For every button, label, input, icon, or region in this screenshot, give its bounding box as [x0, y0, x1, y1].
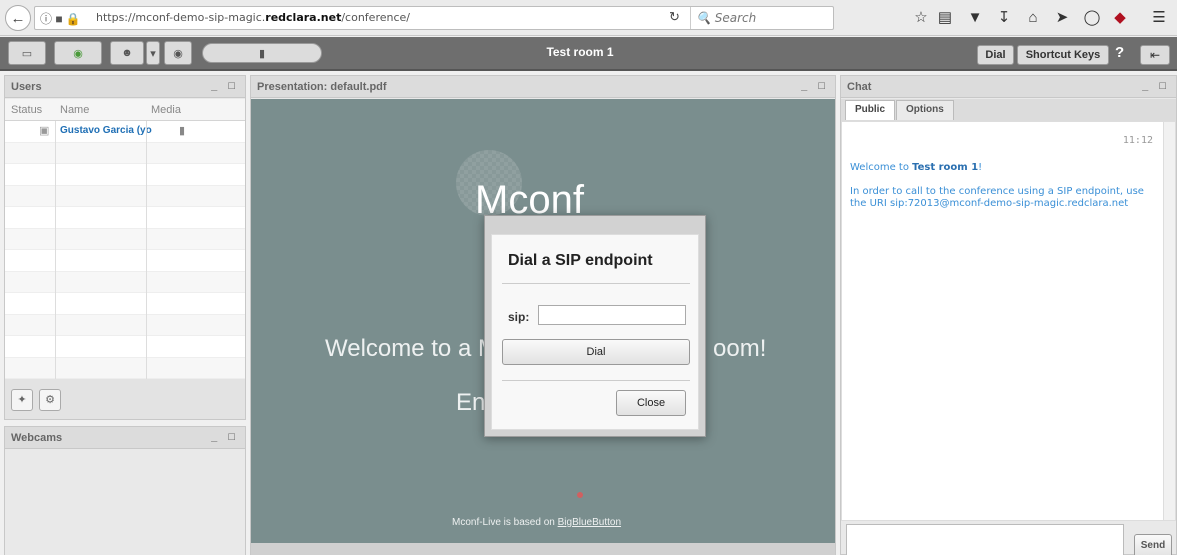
panel-window-controls[interactable]: _ □: [211, 431, 239, 443]
col-media[interactable]: Media: [151, 104, 181, 116]
url-text[interactable]: https://mconf-demo-sip-magic.redclara.ne…: [96, 11, 410, 24]
shortcut-keys-button[interactable]: Shortcut Keys: [1017, 45, 1109, 65]
search-input[interactable]: 🔍 Search: [696, 11, 756, 25]
table-row: [5, 293, 245, 315]
layout-button[interactable]: ▭: [8, 41, 46, 65]
user-name: Gustavo Garcia (yo: [60, 125, 152, 136]
security-icons: ⓘ ■ 🔒: [40, 12, 81, 26]
send-icon[interactable]: ➤: [1051, 7, 1073, 29]
users-footer: ✦ ⚙: [5, 379, 245, 419]
chat-scrollbar[interactable]: [1163, 122, 1175, 520]
dial-button[interactable]: Dial: [977, 45, 1014, 65]
presenter-icon: ▣: [39, 125, 50, 137]
table-row: [5, 250, 245, 272]
ublock-icon[interactable]: ◆: [1109, 7, 1131, 29]
room-title: Test room 1: [546, 45, 614, 59]
bigbluebutton-link[interactable]: BigBlueButton: [558, 517, 621, 528]
mic-level-indicator: ▮: [202, 43, 322, 63]
slide-welcome-text-end: oom!: [713, 335, 767, 362]
chat-message: Welcome to Test room 1! In order to call…: [850, 162, 1144, 209]
panel-window-controls[interactable]: _ □: [211, 80, 239, 92]
webcams-title: Webcams: [11, 432, 63, 444]
users-list: ▣ Gustavo Garcia (yo ▮: [5, 121, 245, 379]
chat-messages: 11:12 Welcome to Test room 1! In order t…: [841, 121, 1176, 521]
raise-hand-icon[interactable]: ✦: [11, 389, 33, 411]
cursor-dot: [577, 492, 583, 498]
home-icon[interactable]: ⌂: [1022, 7, 1044, 29]
table-row[interactable]: ▣ Gustavo Garcia (yo ▮: [5, 121, 245, 143]
table-row: [5, 164, 245, 186]
sync-icon[interactable]: ◯: [1081, 7, 1103, 29]
users-panel: Users _ □ Status Name Media ▣ Gustavo Ga…: [4, 75, 246, 420]
settings-icon[interactable]: ⚙: [39, 389, 61, 411]
dial-sip-dialog: Dial a SIP endpoint sip: Dial Close: [484, 215, 706, 437]
table-row: [5, 228, 245, 250]
dialog-title: Dial a SIP endpoint: [508, 252, 653, 269]
webcam-button[interactable]: ☻: [110, 41, 144, 65]
table-row: [5, 185, 245, 207]
slide-enjoy-text: En: [456, 389, 486, 416]
users-columns: Status Name Media: [5, 99, 245, 121]
menu-icon[interactable]: ☰: [1148, 7, 1170, 29]
exit-icon[interactable]: ⇤: [1140, 45, 1170, 65]
col-name[interactable]: Name: [60, 104, 89, 116]
users-title: Users: [11, 81, 42, 93]
sip-label: sip:: [508, 310, 530, 324]
dialog-body: Dial a SIP endpoint sip: Dial Close: [491, 234, 699, 430]
panel-window-controls[interactable]: _ □: [801, 80, 829, 92]
reading-list-icon[interactable]: ▤: [934, 7, 956, 29]
tab-options[interactable]: Options: [896, 100, 954, 120]
panel-window-controls[interactable]: _ □: [1142, 80, 1170, 92]
message-timestamp: 11:12: [1122, 135, 1153, 146]
slide-welcome-text: Welcome to a M: [325, 335, 498, 362]
reload-icon[interactable]: ↻: [669, 9, 680, 25]
chat-panel-header: Chat _ □: [841, 76, 1176, 98]
based-on-text: Mconf-Live is based on BigBlueButton: [452, 517, 622, 528]
column-divider: [146, 121, 147, 379]
divider: [502, 380, 690, 381]
chat-panel: Chat _ □ Public Options 11:12 Welcome to…: [840, 75, 1177, 555]
mic-icon: ▮: [179, 125, 186, 137]
presentation-title: Presentation: default.pdf: [257, 81, 387, 93]
url-divider: [690, 7, 691, 29]
sip-input[interactable]: [538, 305, 686, 325]
send-button[interactable]: Send: [1134, 534, 1172, 555]
chat-input[interactable]: [846, 524, 1124, 555]
pocket-icon[interactable]: ▼: [964, 7, 986, 29]
presentation-toolbar: [251, 543, 835, 555]
tab-public[interactable]: Public: [845, 100, 896, 120]
col-status[interactable]: Status: [11, 104, 42, 116]
chat-tabs: Public Options: [841, 99, 1176, 121]
webcam-dropdown-icon[interactable]: ▾: [146, 41, 160, 65]
webcams-panel: Webcams _ □: [4, 426, 246, 555]
back-arrow-icon[interactable]: ←: [5, 5, 31, 31]
table-row: [5, 357, 245, 379]
table-row: [5, 271, 245, 293]
presentation-panel-header: Presentation: default.pdf _ □: [251, 76, 835, 98]
help-button[interactable]: ?: [1115, 44, 1124, 61]
divider: [502, 283, 690, 284]
chat-title: Chat: [847, 81, 872, 93]
table-row: [5, 142, 245, 164]
column-divider: [55, 121, 56, 379]
table-row: [5, 336, 245, 358]
record-button[interactable]: ◉: [164, 41, 192, 65]
dialog-dial-button[interactable]: Dial: [502, 339, 690, 365]
table-row: [5, 314, 245, 336]
bookmark-star-icon[interactable]: ☆: [910, 7, 932, 29]
webcams-panel-header: Webcams _ □: [5, 427, 245, 449]
table-row: [5, 207, 245, 229]
users-panel-header: Users _ □: [5, 76, 245, 98]
download-icon[interactable]: ↧: [993, 7, 1015, 29]
dialog-close-button[interactable]: Close: [616, 390, 686, 416]
headset-button[interactable]: ◉: [54, 41, 102, 65]
